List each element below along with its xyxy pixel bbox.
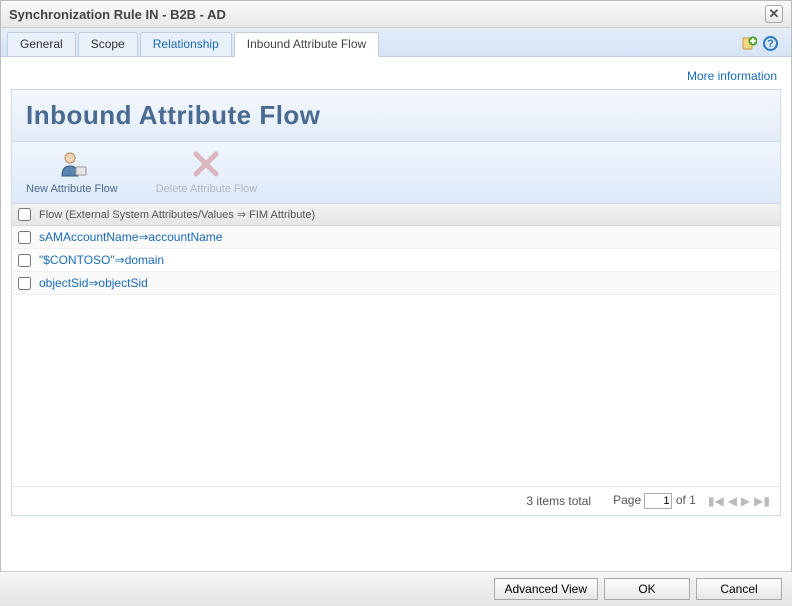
delete-attribute-flow-label: Delete Attribute Flow xyxy=(156,183,258,195)
flow-link[interactable]: "$CONTOSO"⇒domain xyxy=(39,253,164,267)
column-header: Flow (External System Attributes/Values … xyxy=(39,208,315,221)
user-add-icon xyxy=(56,150,88,178)
new-attribute-flow-label: New Attribute Flow xyxy=(26,183,118,195)
next-page-icon[interactable]: ▶ xyxy=(741,494,750,508)
ok-button[interactable]: OK xyxy=(604,578,690,600)
title-bar: Synchronization Rule IN - B2B - AD ✕ xyxy=(1,1,791,28)
prev-page-icon[interactable]: ◀ xyxy=(728,494,737,508)
list-body: sAMAccountName⇒accountName "$CONTOSO"⇒do… xyxy=(12,226,780,486)
tab-inbound-attribute-flow[interactable]: Inbound Attribute Flow xyxy=(234,32,379,57)
tab-general[interactable]: General xyxy=(7,32,76,56)
help-icon[interactable]: ? xyxy=(763,36,779,52)
delete-x-icon xyxy=(190,150,222,178)
tab-scope[interactable]: Scope xyxy=(78,32,138,56)
row-checkbox[interactable] xyxy=(18,231,31,244)
list-header: Flow (External System Attributes/Values … xyxy=(12,204,780,226)
last-page-icon[interactable]: ▶▮ xyxy=(754,494,770,508)
tab-label: General xyxy=(20,37,63,51)
window-title: Synchronization Rule IN - B2B - AD xyxy=(9,7,226,22)
tab-label: Scope xyxy=(91,37,125,51)
page-input[interactable] xyxy=(644,493,672,509)
advanced-view-button[interactable]: Advanced View xyxy=(494,578,599,600)
delete-attribute-flow-button: Delete Attribute Flow xyxy=(152,148,262,197)
row-checkbox[interactable] xyxy=(18,277,31,290)
flow-link[interactable]: sAMAccountName⇒accountName xyxy=(39,230,222,244)
first-page-icon[interactable]: ▮◀ xyxy=(708,494,724,508)
page-suffix: of 1 xyxy=(676,493,696,507)
content-area: More information Inbound Attribute Flow … xyxy=(1,57,791,516)
page-label: Page of 1 xyxy=(613,493,696,509)
flow-link[interactable]: objectSid⇒objectSid xyxy=(39,276,148,290)
more-information-link[interactable]: More information xyxy=(687,69,777,83)
list-row: objectSid⇒objectSid xyxy=(12,272,780,295)
panel-header: Inbound Attribute Flow xyxy=(11,89,781,142)
page-title: Inbound Attribute Flow xyxy=(26,100,766,131)
tab-label: Relationship xyxy=(153,37,219,51)
flow-list: Flow (External System Attributes/Values … xyxy=(11,204,781,516)
row-checkbox[interactable] xyxy=(18,254,31,267)
cancel-button[interactable]: Cancel xyxy=(696,578,782,600)
list-row: sAMAccountName⇒accountName xyxy=(12,226,780,249)
more-info-row: More information xyxy=(11,65,781,89)
panel-toolbar: New Attribute Flow Delete Attribute Flow xyxy=(11,142,781,204)
new-attribute-flow-button[interactable]: New Attribute Flow xyxy=(22,148,122,197)
page-prefix: Page xyxy=(613,493,641,507)
add-tab-icon[interactable] xyxy=(741,36,757,52)
dialog-footer: Advanced View OK Cancel xyxy=(0,571,792,606)
pager: 3 items total Page of 1 ▮◀ ◀ ▶ ▶▮ xyxy=(12,486,780,515)
tab-strip: General Scope Relationship Inbound Attri… xyxy=(1,28,791,57)
pager-nav: ▮◀ ◀ ▶ ▶▮ xyxy=(708,494,770,508)
items-total: 3 items total xyxy=(526,494,591,508)
close-button[interactable]: ✕ xyxy=(765,5,783,23)
tab-relationship[interactable]: Relationship xyxy=(140,32,232,56)
tab-label: Inbound Attribute Flow xyxy=(247,37,366,51)
list-row: "$CONTOSO"⇒domain xyxy=(12,249,780,272)
select-all-checkbox[interactable] xyxy=(18,208,31,221)
close-icon: ✕ xyxy=(769,6,780,22)
